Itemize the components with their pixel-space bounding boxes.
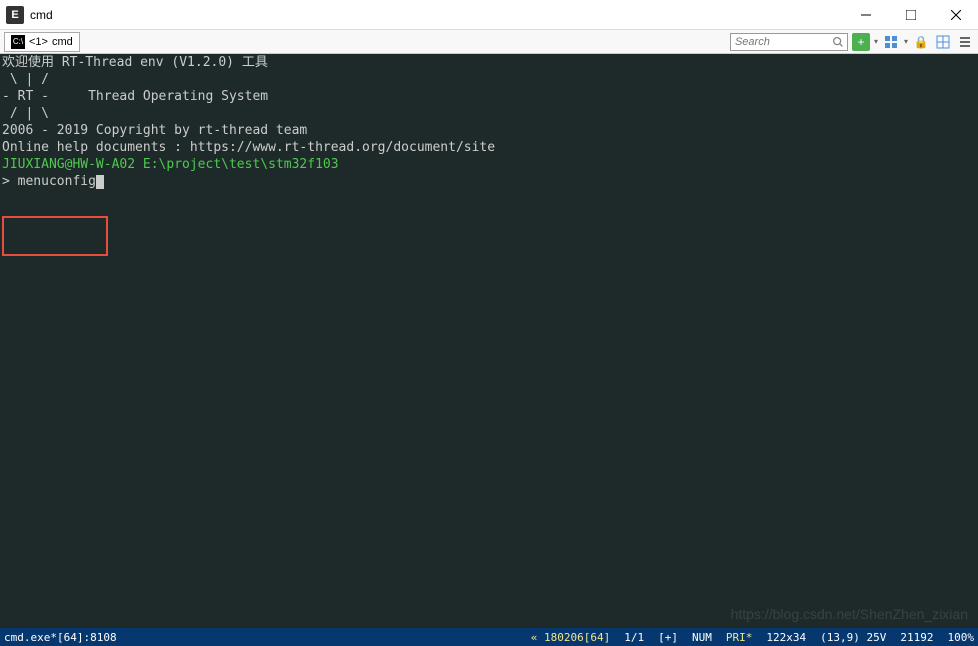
app-icon: E xyxy=(6,6,24,24)
status-size: 122x34 xyxy=(766,631,806,644)
menu-button[interactable] xyxy=(956,33,974,51)
lock-button[interactable]: 🔒 xyxy=(912,33,930,51)
prompt-user: JIUXIANG@HW-W-A02 xyxy=(2,157,135,172)
close-icon xyxy=(951,10,961,20)
terminal-line: 2006 - 2019 Copyright by rt-thread team xyxy=(2,122,976,139)
prompt-path: E:\project\test\stm32f103 xyxy=(143,157,339,172)
windows-button[interactable] xyxy=(882,33,900,51)
lock-icon: 🔒 xyxy=(914,35,929,49)
status-position: 1/1 xyxy=(624,631,644,644)
minimize-icon xyxy=(861,10,871,20)
grid-icon xyxy=(936,35,950,49)
status-pri: PRI* xyxy=(726,631,753,644)
status-num: NUM xyxy=(692,631,712,644)
terminal-line: 欢迎使用 RT-Thread env (V1.2.0) 工具 xyxy=(2,54,976,71)
statusbar: cmd.exe*[64]:8108 « 180206[64] 1/1 [+] N… xyxy=(0,628,978,646)
watermark: https://blog.csdn.net/ShenZhen_zixian xyxy=(731,606,968,623)
close-button[interactable] xyxy=(933,0,978,30)
terminal-command-line: > menuconfig xyxy=(2,173,976,190)
cursor xyxy=(96,175,104,189)
add-dropdown[interactable]: ▾ xyxy=(874,37,878,46)
terminal-prompt-line: JIUXIANG@HW-W-A02 E:\project\test\stm32f… xyxy=(2,156,976,173)
terminal-line: Online help documents : https://www.rt-t… xyxy=(2,139,976,156)
tab-number: <1> xyxy=(29,36,48,48)
grid-button[interactable] xyxy=(934,33,952,51)
console-tab[interactable]: C:\ <1> cmd xyxy=(4,32,80,52)
terminal-line: \ | / xyxy=(2,71,976,88)
status-encoding: « 180206[64] xyxy=(531,631,610,644)
maximize-icon xyxy=(906,10,916,20)
status-right: « 180206[64] 1/1 [+] NUM PRI* 122x34 (13… xyxy=(531,631,974,644)
minimize-button[interactable] xyxy=(843,0,888,30)
terminal[interactable]: 欢迎使用 RT-Thread env (V1.2.0) 工具 \ | / - R… xyxy=(0,54,978,628)
windows-icon xyxy=(884,35,898,49)
highlight-annotation xyxy=(2,216,108,256)
terminal-line: / | \ xyxy=(2,105,976,122)
terminal-content: 欢迎使用 RT-Thread env (V1.2.0) 工具 \ | / - R… xyxy=(0,54,978,190)
search-input[interactable] xyxy=(730,33,848,51)
toolbar-right: + ▾ ▾ 🔒 xyxy=(730,33,974,51)
add-button[interactable]: + xyxy=(852,33,870,51)
prompt-char: > xyxy=(2,174,10,189)
tab-label: cmd xyxy=(52,36,73,48)
status-cursor: (13,9) 25V xyxy=(820,631,886,644)
windows-dropdown[interactable]: ▾ xyxy=(904,37,908,46)
terminal-line: - RT - Thread Operating System xyxy=(2,88,976,105)
window-title: cmd xyxy=(30,8,843,22)
plus-icon: + xyxy=(857,35,864,49)
toolbar: C:\ <1> cmd + ▾ ▾ 🔒 xyxy=(0,30,978,54)
hamburger-icon xyxy=(958,35,972,49)
status-plus: [+] xyxy=(658,631,678,644)
terminal-command: menuconfig xyxy=(18,174,96,189)
window-controls xyxy=(843,0,978,30)
status-process: cmd.exe*[64]:8108 xyxy=(4,631,531,644)
maximize-button[interactable] xyxy=(888,0,933,30)
status-pid: 21192 xyxy=(900,631,933,644)
cmd-icon: C:\ xyxy=(11,35,25,49)
status-zoom: 100% xyxy=(948,631,975,644)
titlebar: E cmd xyxy=(0,0,978,30)
